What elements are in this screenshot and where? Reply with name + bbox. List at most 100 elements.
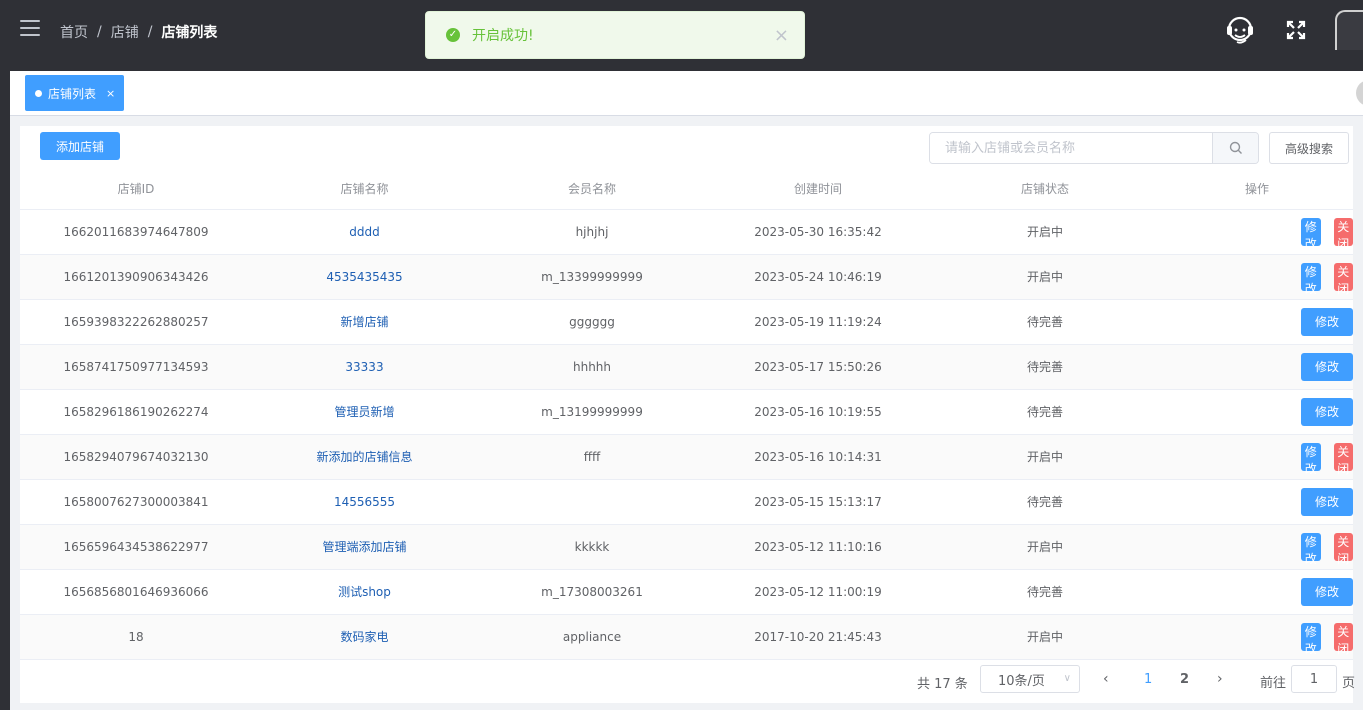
scroll-handle[interactable] (1356, 80, 1363, 106)
cell-created-time: 2023-05-12 11:00:19 (707, 569, 929, 615)
cell-shop-name[interactable]: dddd (252, 209, 477, 255)
main-content: 店铺列表 × 添加店铺 高级搜索 店铺ID 店铺名称 (10, 71, 1363, 710)
table-header-row: 店铺ID 店铺名称 会员名称 创建时间 店铺状态 操作 (20, 169, 1353, 210)
breadcrumb: 首页 / 店铺 / 店铺列表 (60, 22, 217, 42)
close-shop-button[interactable]: 关闭 (1333, 622, 1353, 656)
goto-page-input[interactable] (1291, 665, 1337, 693)
cell-member-name: appliance (477, 614, 707, 660)
cell-actions: 修改 (1161, 299, 1353, 345)
breadcrumb-shop[interactable]: 店铺 (111, 22, 139, 42)
fullscreen-icon[interactable] (1286, 20, 1306, 43)
cell-created-time: 2023-05-19 11:19:24 (707, 299, 929, 345)
edit-button[interactable]: 修改 (1301, 577, 1353, 606)
shop-list-panel: 添加店铺 高级搜索 店铺ID 店铺名称 会员名称 创建时间 (20, 126, 1355, 703)
row-actions: 修改 关闭 (1161, 262, 1353, 296)
cell-member-name: m_13199999999 (477, 389, 707, 435)
cell-shop-id: 1659398322262880257 (20, 299, 252, 345)
cell-shop-name[interactable]: 管理员新增 (252, 389, 477, 435)
edit-button[interactable]: 修改 (1301, 262, 1321, 296)
cell-shop-id: 1656596434538622977 (20, 524, 252, 570)
advanced-search-button[interactable]: 高级搜索 (1269, 132, 1349, 164)
cell-member-name (477, 479, 707, 525)
cell-actions: 修改 (1161, 389, 1353, 435)
cell-shop-status: 待完善 (929, 389, 1161, 435)
cell-shop-name[interactable]: 测试shop (252, 569, 477, 615)
edit-button[interactable]: 修改 (1301, 487, 1353, 516)
cell-shop-name[interactable]: 4535435435 (252, 254, 477, 300)
cell-member-name: gggggg (477, 299, 707, 345)
table-row: 1656856801646936066 测试shop m_17308003261 20… (20, 569, 1353, 615)
cell-actions: 修改 (1161, 479, 1353, 525)
cell-shop-name[interactable]: 14556555 (252, 479, 477, 525)
tab-close-icon[interactable]: × (106, 87, 115, 100)
sidebar-edge (0, 71, 10, 710)
cell-shop-name[interactable]: 管理端添加店铺 (252, 524, 477, 570)
cell-member-name: hjhjhj (477, 209, 707, 255)
cell-shop-status: 开启中 (929, 254, 1161, 300)
tab-shop-list[interactable]: 店铺列表 × (25, 75, 124, 111)
column-header-status: 店铺状态 (929, 169, 1161, 210)
page-1[interactable]: 1 (1144, 672, 1152, 687)
close-icon[interactable]: × (774, 25, 789, 46)
cell-created-time: 2023-05-16 10:14:31 (707, 434, 929, 480)
row-actions: 修改 (1161, 352, 1353, 381)
page-2[interactable]: 2 (1180, 672, 1189, 687)
breadcrumb-home[interactable]: 首页 (60, 22, 88, 42)
cell-shop-id: 1656856801646936066 (20, 569, 252, 615)
table-row: 1661201390906343426 4535435435 m_133999999… (20, 254, 1353, 300)
cell-shop-name[interactable]: 33333 (252, 344, 477, 390)
pagination-total: 共 17 条 (917, 677, 968, 692)
next-page-icon[interactable]: › (1217, 671, 1223, 687)
cell-member-name: m_13399999999 (477, 254, 707, 300)
cell-actions: 修改 关闭 (1161, 614, 1353, 660)
close-shop-button[interactable]: 关闭 (1333, 262, 1353, 296)
table-row: 1658741750977134593 33333 hhhhh 2023-05-17 … (20, 344, 1353, 390)
search-icon (1229, 141, 1242, 154)
hamburger-menu-icon[interactable] (20, 20, 40, 38)
cell-shop-name[interactable]: 新添加的店铺信息 (252, 434, 477, 480)
cell-shop-id: 1662011683974647809 (20, 209, 252, 255)
close-shop-button[interactable]: 关闭 (1333, 442, 1353, 476)
cell-shop-name[interactable]: 新增店铺 (252, 299, 477, 345)
search-input[interactable] (930, 133, 1212, 163)
close-shop-button[interactable]: 关闭 (1333, 217, 1353, 251)
table-row: 1662011683974647809 dddd hjhjhj 2023-05-30 … (20, 209, 1353, 255)
table-row: 1658007627300003841 14556555 2023-05-15 15… (20, 479, 1353, 525)
avatar[interactable] (1335, 10, 1363, 50)
cell-actions: 修改 (1161, 344, 1353, 390)
customer-service-icon[interactable] (1224, 14, 1256, 49)
search-button[interactable] (1212, 133, 1258, 163)
cell-shop-status: 开启中 (929, 524, 1161, 570)
cell-member-name: kkkkk (477, 524, 707, 570)
prev-page-icon[interactable]: ‹ (1103, 671, 1109, 687)
edit-button[interactable]: 修改 (1301, 217, 1321, 251)
close-shop-button[interactable]: 关闭 (1333, 532, 1353, 566)
shop-table: 店铺ID 店铺名称 会员名称 创建时间 店铺状态 操作 166201168397… (20, 169, 1353, 660)
cell-shop-id: 1658007627300003841 (20, 479, 252, 525)
cell-actions: 修改 关闭 (1161, 209, 1353, 255)
cell-shop-status: 待完善 (929, 344, 1161, 390)
edit-button[interactable]: 修改 (1301, 622, 1321, 656)
add-shop-button[interactable]: 添加店铺 (40, 132, 120, 160)
row-actions: 修改 (1161, 577, 1353, 606)
cell-shop-name[interactable]: 数码家电 (252, 614, 477, 660)
row-actions: 修改 (1161, 487, 1353, 516)
cell-shop-status: 待完善 (929, 299, 1161, 345)
cell-actions: 修改 关闭 (1161, 524, 1353, 570)
cell-created-time: 2023-05-30 16:35:42 (707, 209, 929, 255)
edit-button[interactable]: 修改 (1301, 307, 1353, 336)
edit-button[interactable]: 修改 (1301, 442, 1321, 476)
cell-created-time: 2023-05-17 15:50:26 (707, 344, 929, 390)
edit-button[interactable]: 修改 (1301, 397, 1353, 426)
cell-shop-status: 待完善 (929, 569, 1161, 615)
chevron-down-icon: ∨ (1063, 673, 1071, 684)
cell-shop-status: 待完善 (929, 479, 1161, 525)
page-size-select[interactable]: 10条/页 ∨ (980, 665, 1080, 693)
edit-button[interactable]: 修改 (1301, 352, 1353, 381)
edit-button[interactable]: 修改 (1301, 532, 1321, 566)
goto-prefix: 前往 (1260, 676, 1287, 691)
cell-created-time: 2017-10-20 21:45:43 (707, 614, 929, 660)
row-actions: 修改 (1161, 397, 1353, 426)
cell-shop-id: 18 (20, 614, 252, 660)
cell-shop-status: 开启中 (929, 614, 1161, 660)
